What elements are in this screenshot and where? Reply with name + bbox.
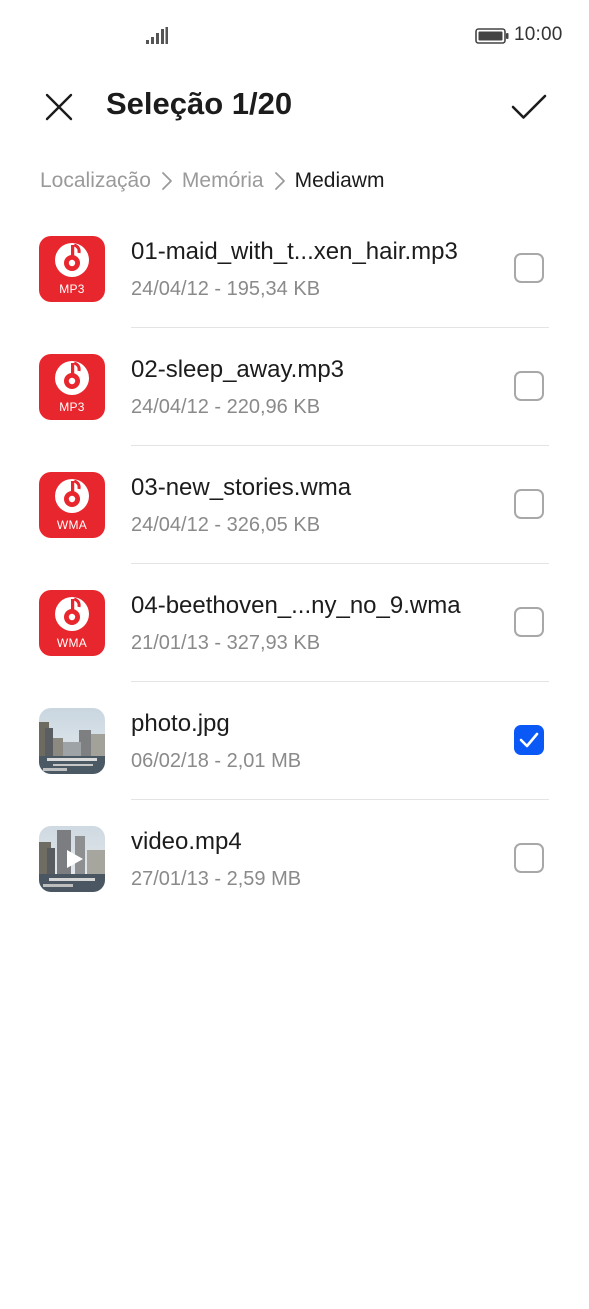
file-row[interactable]: MP3 01-maid_with_t...xen_hair.mp3 24/04/… [0,210,589,328]
breadcrumb-item-location[interactable]: Localização [40,169,151,193]
file-checkbox[interactable] [514,725,544,755]
music-disc-icon [55,479,89,513]
checkmark-icon [511,94,547,119]
video-thumbnail-icon [39,826,105,892]
file-meta: 24/04/12 - 220,96 KB [131,396,321,418]
breadcrumb-item-current-folder: Mediawm [294,169,385,192]
file-row[interactable]: photo.jpg 06/02/18 - 2,01 MB [0,682,589,800]
confirm-button[interactable] [506,84,552,130]
music-disc-icon [55,597,89,631]
file-name: 03-new_stories.wma [131,474,352,501]
file-row[interactable]: MP3 02-sleep_away.mp3 24/04/12 - 220,96 … [0,328,589,446]
file-name: 02-sleep_away.mp3 [131,356,345,383]
page-title: Seleção 1/20 [106,86,293,121]
file-name: 04-beethoven_...ny_no_9.wma [131,592,461,619]
battery-icon [475,28,509,44]
file-extension-label: WMA [56,636,88,650]
file-extension-label: MP3 [59,282,85,296]
file-meta: 21/01/13 - 327,93 KB [131,632,321,654]
close-icon [45,93,73,121]
file-name: video.mp4 [131,828,242,855]
signal-bars-icon [146,27,168,44]
file-list: MP3 01-maid_with_t...xen_hair.mp3 24/04/… [0,210,589,918]
music-disc-icon [55,243,89,277]
file-checkbox[interactable] [514,253,544,283]
app-bar: Seleção 1/20 [0,70,589,142]
status-bar: 10:00 [0,0,589,70]
file-meta: 24/04/12 - 195,34 KB [131,278,321,300]
status-time: 10:00 [514,24,563,45]
image-thumbnail [39,708,105,774]
file-checkbox[interactable] [514,489,544,519]
file-name: photo.jpg [131,710,230,737]
file-checkbox[interactable] [514,607,544,637]
file-row[interactable]: WMA 03-new_stories.wma 24/04/12 - 326,05… [0,446,589,564]
file-checkbox[interactable] [514,843,544,873]
checkmark-icon [519,732,539,748]
file-row[interactable]: video.mp4 27/01/13 - 2,59 MB [0,800,589,918]
music-file-icon: WMA [39,590,105,656]
file-meta: 24/04/12 - 326,05 KB [131,514,321,536]
music-file-icon: MP3 [39,236,105,302]
music-disc-icon [55,361,89,395]
file-row[interactable]: WMA 04-beethoven_...ny_no_9.wma 21/01/13… [0,564,589,682]
file-meta: 06/02/18 - 2,01 MB [131,750,302,772]
file-extension-label: MP3 [59,400,85,414]
file-name: 01-maid_with_t...xen_hair.mp3 [131,238,458,265]
photo-thumbnail-icon [39,708,105,774]
file-extension-label: WMA [56,518,88,532]
file-meta: 27/01/13 - 2,59 MB [131,868,302,890]
breadcrumb-item-memory[interactable]: Memória [182,169,264,193]
chevron-right-icon [162,172,172,190]
breadcrumb: Localização Memória Mediawm [40,166,569,196]
music-file-icon: WMA [39,472,105,538]
close-button[interactable] [38,86,80,128]
video-thumbnail [39,826,105,892]
file-checkbox[interactable] [514,371,544,401]
music-file-icon: MP3 [39,354,105,420]
chevron-right-icon [274,172,285,190]
